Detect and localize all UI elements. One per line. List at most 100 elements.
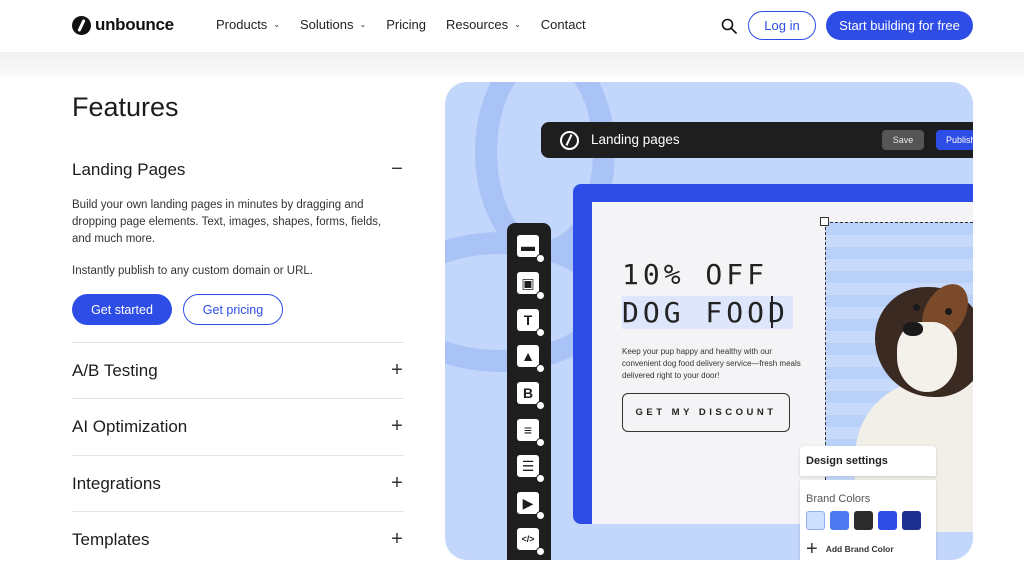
design-settings-panel-header[interactable]: Design settings — [800, 446, 936, 476]
canvas-cta-button[interactable]: GET MY DISCOUNT — [622, 393, 790, 432]
divider — [72, 511, 404, 512]
page-title: Features — [72, 92, 179, 122]
canvas-body-copy[interactable]: Keep your pup happy and healthy with our… — [622, 346, 802, 382]
get-pricing-button[interactable]: Get pricing — [183, 294, 283, 325]
accordion-header-landing-pages[interactable]: Landing Pages − — [72, 158, 404, 181]
accordion-header-templates[interactable]: Templates + — [72, 528, 404, 551]
form-icon: ≡ — [517, 419, 539, 441]
resize-handle[interactable] — [820, 217, 829, 226]
drag-dot-icon — [536, 291, 545, 300]
landing-pages-description-2: Instantly publish to any custom domain o… — [72, 265, 313, 277]
expand-icon: + — [391, 528, 403, 550]
text-cursor — [771, 296, 773, 328]
video-icon: ▶ — [517, 492, 539, 514]
chevron-down-icon: ⌄ — [273, 20, 281, 29]
list-icon: ☰ — [517, 455, 539, 477]
accordion-header-ai-optimization[interactable]: AI Optimization + — [72, 415, 404, 438]
dog-image-eye — [945, 308, 952, 315]
brand-colors-panel: Brand Colors + Add Brand Color — [800, 480, 936, 560]
nav-item-pricing[interactable]: Pricing — [386, 17, 426, 32]
add-brand-color-button[interactable]: + Add Brand Color — [806, 538, 894, 560]
drag-dot-icon — [536, 364, 545, 373]
nav-item-solutions[interactable]: Solutions ⌄ — [300, 17, 366, 32]
start-building-button[interactable]: Start building for free — [826, 11, 973, 40]
drag-dot-icon — [536, 328, 545, 337]
editor-title: Landing pages — [591, 132, 680, 147]
divider — [72, 455, 404, 456]
divider — [72, 398, 404, 399]
nav-shadow — [0, 52, 1024, 76]
accordion-label: Integrations — [72, 473, 161, 493]
drag-dot-icon — [536, 511, 545, 520]
canvas-headline-selected[interactable]: DOG FOOD — [622, 296, 793, 329]
main-menu: Products ⌄ Solutions ⌄ Pricing Resources… — [216, 17, 586, 32]
form-tool[interactable]: ≡ — [517, 419, 545, 447]
editor-top-bar: Landing pages Save Publish — [541, 122, 973, 158]
get-started-button[interactable]: Get started — [72, 294, 172, 325]
canvas-headline[interactable]: 10% OFF — [622, 258, 768, 291]
code-icon: </> — [517, 528, 539, 550]
add-brand-color-label: Add Brand Color — [825, 544, 894, 554]
drag-dot-icon — [536, 254, 545, 263]
box-tool[interactable]: ▣ — [517, 272, 545, 300]
button-tool[interactable]: B — [517, 382, 545, 410]
chevron-down-icon: ⌄ — [514, 20, 521, 29]
section-icon: ▬ — [517, 235, 539, 257]
color-swatch[interactable] — [902, 511, 921, 530]
expand-icon: + — [391, 359, 403, 381]
code-tool[interactable]: </> — [517, 528, 545, 556]
nav-item-label: Solutions — [300, 17, 354, 32]
color-swatch[interactable] — [878, 511, 897, 530]
color-swatch[interactable] — [830, 511, 849, 530]
text-tool[interactable]: T — [517, 309, 545, 337]
text-icon: T — [517, 309, 539, 331]
publish-button[interactable]: Publish — [936, 130, 973, 150]
image-icon: ▲ — [517, 345, 539, 367]
accordion-label: AI Optimization — [72, 416, 188, 436]
logo-text: unbounce — [95, 15, 174, 34]
landing-pages-description: Build your own landing pages in minutes … — [72, 199, 382, 245]
element-toolbar: ▬ ▣ T ▲ B ≡ ☰ ▶ </> — [507, 223, 551, 560]
nav-item-resources[interactable]: Resources ⌄ — [446, 17, 521, 32]
nav-item-label: Pricing — [386, 17, 426, 32]
accordion-label: Templates — [72, 529, 150, 549]
color-swatch[interactable] — [854, 511, 873, 530]
dog-image-eye — [913, 304, 920, 311]
button-icon: B — [517, 382, 539, 404]
expand-icon: + — [391, 472, 403, 494]
brand-colors-label: Brand Colors — [806, 493, 871, 505]
drag-dot-icon — [536, 474, 545, 483]
dog-image-nose — [903, 322, 923, 336]
drag-dot-icon — [536, 547, 545, 556]
nav-item-contact[interactable]: Contact — [541, 17, 586, 32]
unbounce-logo[interactable]: unbounce — [72, 15, 174, 35]
divider — [72, 342, 404, 343]
top-navbar: unbounce Products ⌄ Solutions ⌄ Pricing … — [0, 0, 1024, 52]
expand-icon: + — [391, 415, 403, 437]
drag-dot-icon — [536, 438, 545, 447]
collapse-icon: − — [391, 158, 403, 180]
accordion-header-integrations[interactable]: Integrations + — [72, 472, 404, 495]
save-button[interactable]: Save — [882, 130, 924, 150]
feature-preview-panel: Landing pages Save Publish 10% OFF DOG F… — [445, 82, 973, 560]
chevron-down-icon: ⌄ — [359, 20, 367, 29]
section-tool[interactable]: ▬ — [517, 235, 545, 263]
plus-icon: + — [806, 538, 818, 560]
list-tool[interactable]: ☰ — [517, 455, 545, 483]
drag-dot-icon — [536, 401, 545, 410]
nav-item-label: Products — [216, 17, 268, 32]
logo-mark-icon — [72, 15, 91, 35]
accordion-label: A/B Testing — [72, 360, 158, 380]
brand-color-swatches — [806, 511, 921, 530]
video-tool[interactable]: ▶ — [517, 492, 545, 520]
nav-item-products[interactable]: Products ⌄ — [216, 17, 280, 32]
search-icon[interactable] — [721, 18, 737, 34]
box-icon: ▣ — [517, 272, 539, 294]
color-swatch[interactable] — [806, 511, 825, 530]
image-tool[interactable]: ▲ — [517, 345, 545, 373]
nav-item-label: Contact — [540, 17, 586, 32]
login-button[interactable]: Log in — [748, 11, 816, 40]
accordion-header-ab-testing[interactable]: A/B Testing + — [72, 359, 404, 382]
nav-item-label: Resources — [445, 17, 509, 32]
unbounce-logo-icon — [560, 131, 579, 150]
